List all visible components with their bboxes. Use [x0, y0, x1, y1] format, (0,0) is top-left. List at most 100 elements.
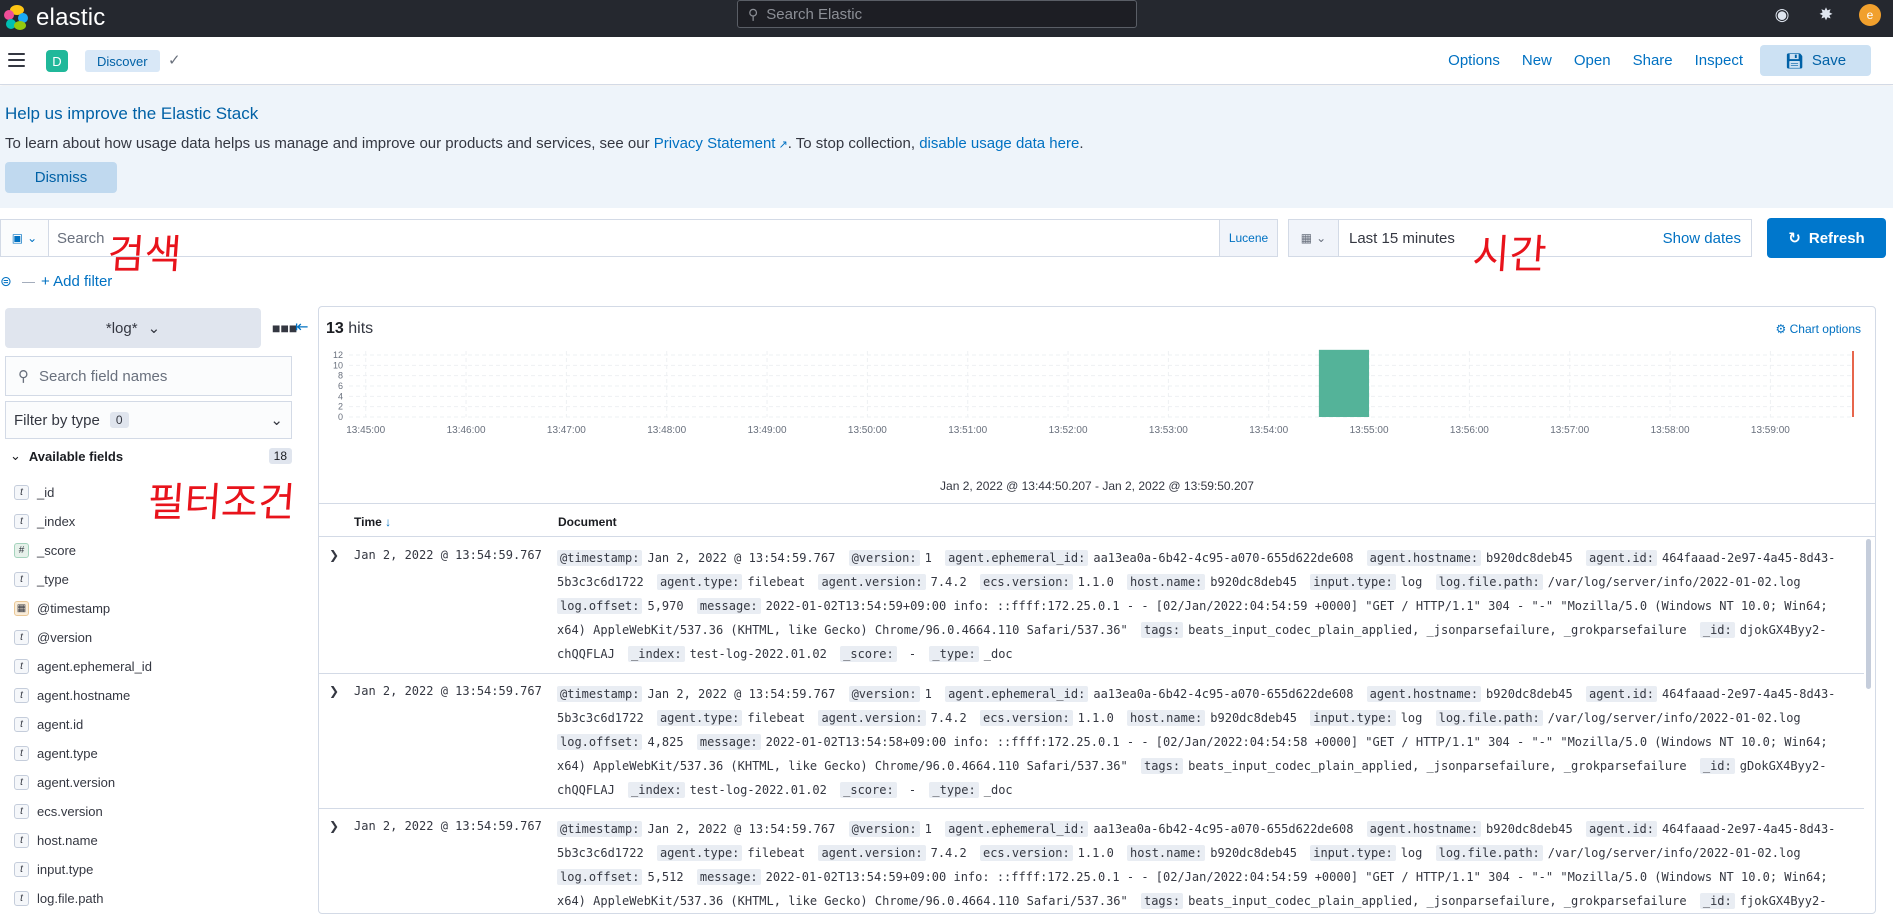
field-name: _score — [37, 543, 77, 558]
table-row[interactable]: ❯ Jan 2, 2022 @ 13:54:59.767 @timestamp: Ja… — [319, 538, 1864, 674]
field-item[interactable]: t host.name — [14, 826, 152, 855]
field-value: 5,512 — [647, 870, 684, 884]
histogram-chart[interactable]: 024681012 13:45:00 13:46:00 13:47:00 13:48:0… — [319, 347, 1876, 477]
table-row[interactable]: ❯ Jan 2, 2022 @ 13:54:59.767 @timestamp: Ja… — [319, 674, 1864, 809]
save-label: Save — [1811, 52, 1847, 69]
add-filter-button[interactable]: + Add filter — [41, 273, 112, 290]
field-item[interactable]: t agent.version — [14, 768, 152, 797]
field-value: 5,970 — [647, 599, 684, 613]
refresh-button[interactable]: ↻ Refresh — [1767, 218, 1886, 258]
menu-icon[interactable] — [8, 53, 25, 67]
field-value: 7.4.2 — [930, 575, 967, 589]
time-annotation: 시간 — [1471, 232, 1548, 278]
field-key: @version: — [848, 550, 920, 566]
dismiss-button[interactable]: Dismiss — [5, 162, 117, 193]
collapse-sidebar-icon[interactable]: ⇤ — [295, 317, 308, 337]
field-value: 1.1.0 — [1077, 575, 1114, 589]
filter-divider: — — [22, 273, 35, 289]
field-item[interactable]: t _id — [14, 478, 152, 507]
space-avatar[interactable]: D — [46, 50, 68, 72]
field-key: _id: — [1699, 893, 1735, 909]
field-key: agent.ephemeral_id: — [945, 550, 1089, 566]
inspect-link[interactable]: Inspect — [1684, 52, 1754, 69]
field-search-input[interactable]: ⚲ Search field names — [5, 356, 292, 396]
index-pattern-selector[interactable]: *log* ⌄ — [5, 308, 261, 348]
table-row[interactable]: ❯ Jan 2, 2022 @ 13:54:59.767 @timestamp: Ja… — [319, 809, 1864, 913]
field-item[interactable]: t agent.ephemeral_id — [14, 652, 152, 681]
field-key: host.name: — [1127, 574, 1206, 590]
row-document: @timestamp: Jan 2, 2022 @ 13:54:59.767 @v… — [557, 546, 1857, 666]
x-tick-label: 13:50:00 — [848, 425, 887, 436]
field-key: agent.type: — [656, 574, 743, 590]
global-search-input[interactable]: ⚲ Search Elastic — [737, 0, 1137, 28]
field-item[interactable]: ▦ @timestamp — [14, 594, 152, 623]
news-feed-icon[interactable]: ✸ — [1815, 5, 1837, 25]
x-tick-label: 13:54:00 — [1249, 425, 1288, 436]
field-key: log.file.path: — [1435, 710, 1543, 726]
field-value: beats_input_codec_plain_applied, _jsonpa… — [1188, 623, 1687, 637]
show-dates-link[interactable]: Show dates — [1663, 230, 1751, 247]
field-value: beats_input_codec_plain_applied, _jsonpa… — [1188, 894, 1687, 908]
query-input[interactable]: Search — [49, 220, 1219, 256]
field-item[interactable]: t log.file.path — [14, 884, 152, 913]
saved-query-button[interactable]: ▣ ⌄ — [1, 220, 49, 256]
breadcrumb[interactable]: Discover — [85, 50, 160, 72]
quick-select-button[interactable]: ▦ ⌄ — [1289, 220, 1339, 256]
row-document: @timestamp: Jan 2, 2022 @ 13:54:59.767 @v… — [557, 682, 1857, 802]
field-key: @version: — [848, 821, 920, 837]
field-item[interactable]: t agent.type — [14, 739, 152, 768]
field-key: agent.id: — [1585, 821, 1658, 837]
field-value: /var/log/server/info/2022-01-02.log — [1547, 846, 1801, 860]
query-language-switcher[interactable]: Lucene — [1219, 220, 1277, 256]
expand-row-icon[interactable]: ❯ — [329, 819, 339, 833]
field-item[interactable]: t agent.id — [14, 710, 152, 739]
app-header: D Discover ✓ Options New Open Share Insp… — [0, 37, 1893, 85]
elastic-logo[interactable]: elastic — [4, 4, 105, 32]
field-value: test-log-2022.01.02 — [689, 647, 827, 661]
field-item[interactable]: # _score — [14, 536, 152, 565]
disable-usage-link[interactable]: disable usage data here — [919, 135, 1079, 152]
field-item[interactable]: t ecs.version — [14, 797, 152, 826]
field-name: host.name — [37, 833, 98, 848]
share-link[interactable]: Share — [1622, 52, 1684, 69]
field-name: _id — [37, 485, 55, 500]
more-options-icon[interactable]: ■■■ — [272, 320, 297, 336]
field-value: - — [901, 647, 917, 661]
available-fields-header[interactable]: ⌄ Available fields 18 — [10, 448, 292, 464]
user-avatar[interactable]: e — [1859, 4, 1881, 26]
brand-name: elastic — [36, 4, 106, 31]
open-link[interactable]: Open — [1563, 52, 1622, 69]
sort-arrow-icon[interactable]: ↓ — [385, 515, 391, 529]
field-item[interactable]: t agent.hostname — [14, 681, 152, 710]
filter-by-type-dropdown[interactable]: Filter by type 0 ⌄ — [5, 401, 292, 439]
string-type-icon: t — [14, 862, 29, 877]
expand-row-icon[interactable]: ❯ — [329, 684, 339, 698]
field-key: agent.hostname: — [1366, 821, 1482, 837]
field-key: _id: — [1699, 622, 1735, 638]
x-tick-label: 13:53:00 — [1149, 425, 1188, 436]
chart-options-button[interactable]: ⚙ Chart options — [1776, 322, 1861, 336]
field-key: @timestamp: — [557, 550, 643, 566]
field-item[interactable]: t _index — [14, 507, 152, 536]
filter-icon[interactable]: ⊜ — [0, 273, 18, 290]
chevron-down-icon: ⌄ — [1316, 231, 1327, 245]
help-icon[interactable]: ◉ — [1771, 5, 1793, 25]
field-item[interactable]: t _type — [14, 565, 152, 594]
field-name: agent.ephemeral_id — [37, 659, 152, 674]
telemetry-callout: Help us improve the Elastic Stack To lea… — [0, 86, 1893, 208]
privacy-statement-link[interactable]: Privacy Statement — [654, 135, 776, 152]
field-value: beats_input_codec_plain_applied, _jsonpa… — [1188, 759, 1687, 773]
field-item[interactable]: t input.type — [14, 855, 152, 884]
field-value: /var/log/server/info/2022-01-02.log — [1547, 711, 1801, 725]
y-tick-label: 8 — [338, 371, 343, 381]
field-item[interactable]: t @version — [14, 623, 152, 652]
expand-row-icon[interactable]: ❯ — [329, 548, 339, 562]
new-link[interactable]: New — [1511, 52, 1563, 69]
scrollbar[interactable] — [1866, 539, 1871, 689]
callout-text: To learn about how usage data helps us m… — [5, 135, 1084, 152]
time-column-header[interactable]: Time ↓ — [354, 515, 391, 529]
options-link[interactable]: Options — [1437, 52, 1511, 69]
field-key: @version: — [848, 686, 920, 702]
save-button[interactable]: 💾︎ Save — [1760, 45, 1871, 76]
field-value: test-log-2022.01.02 — [689, 783, 827, 797]
